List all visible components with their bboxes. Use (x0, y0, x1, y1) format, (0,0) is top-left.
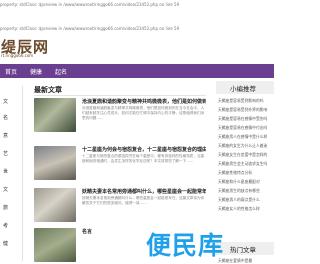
left-category-strip: 文 名 意 艺 世 文 旅 考 健 (0, 86, 23, 261)
strip-item[interactable]: 考 (3, 222, 8, 229)
site-logo-domain: rt.ringgo66.com (1, 53, 34, 58)
sidebar-link[interactable]: 天蝎座女生在恋爱中是怎样的 (218, 152, 274, 158)
sidebar-link[interactable]: 天蝎座和什么星座最配对 (218, 179, 274, 185)
sidebar-link[interactable]: 天蝎座的女生为什么让人着迷 (218, 143, 274, 149)
article-thumbnail[interactable] (34, 146, 76, 180)
sidebar-link[interactable]: 天蝎座是容易受到外界的影响 (218, 107, 274, 113)
main-nav: 首页 健康 起名 (0, 64, 274, 78)
strip-item[interactable]: 世 (3, 168, 8, 175)
sidebar-link[interactable]: 天蝎座在爱情中是最 (218, 258, 274, 264)
sidebar-link[interactable]: 天蝎座女人的性格怎么样 (218, 206, 274, 212)
sidebar-link[interactable]: 天蝎座男生的缺点有哪些 (218, 188, 274, 194)
article-title[interactable]: 沧浪夏鼎和谐韵聚变与精神共鸣微微表，他们是如何做到的 (82, 98, 206, 105)
recommend-title: 小编推荐 (230, 85, 256, 93)
recommend-header: 小编推荐 (216, 81, 274, 94)
strip-item[interactable]: 健 (3, 240, 8, 247)
article-snippet: 十二星座与宿怨复合的原因探究在每个星座中，都有其独特的性格特质，当星座和宿怨相遇… (82, 154, 205, 163)
sidebar-link[interactable]: 天蝎座性格特点分析 (218, 170, 274, 176)
section-divider (34, 95, 206, 96)
strip-item[interactable]: 文 (3, 186, 8, 193)
strip-item[interactable]: 文 (3, 98, 8, 105)
nav-item-home[interactable]: 首页 (5, 67, 17, 76)
article-snippet: 沧浪夏鼎和谐韵聚变与精神共鸣微微表，他们是如何做到的在当今社会中，人们越来越关注… (82, 106, 205, 120)
article-title[interactable]: 妖精夫妻本名常用旁通都叫什么，哪些星座会一起能常年在… (82, 188, 206, 195)
php-notice-2: property: stdClass::$preview in /www/www… (0, 26, 180, 31)
strip-item[interactable]: 名 (3, 114, 8, 121)
php-notice-1: property: stdClass::$preview in /www/www… (0, 2, 180, 7)
sidebar-link[interactable]: 天蝎座是容易受到影响的吗 (218, 98, 274, 104)
strip-item[interactable]: 艺 (3, 150, 8, 157)
watermark-logo: 便民库 (146, 231, 225, 260)
sidebar-link[interactable]: 天蝎座男生会主动追求女生吗 (218, 161, 274, 167)
article-thumbnail[interactable] (34, 228, 76, 262)
hot-title: 热门文章 (230, 246, 256, 254)
sidebar-link[interactable]: 天蝎座是容易在感情中付出吗 (218, 125, 274, 131)
article-title[interactable]: 十二星座为何会与宿怨复合，十二星座与宿怨复合的理由有多… (82, 146, 206, 153)
article-snippet: 妖精夫妻本名常用旁通都叫什么，哪些星座会一起能常年在，这篇文章将为你解答关于它们… (82, 196, 205, 205)
nav-item-naming[interactable]: 起名 (55, 67, 67, 76)
sidebar-link[interactable]: 天蝎座男人在感情中是什么样 (218, 134, 274, 140)
strip-item[interactable]: 旅 (3, 204, 8, 211)
article-thumbnail[interactable] (34, 98, 76, 132)
sidebar-link[interactable]: 天蝎座是容易在感情中受伤吗 (218, 116, 274, 122)
latest-articles-title: 最新文章 (34, 86, 62, 94)
sidebar-link[interactable]: 天蝎座男人的弱点是什么 (218, 197, 274, 203)
hot-header: 热门文章 (216, 242, 274, 255)
strip-item[interactable]: 意 (3, 132, 8, 139)
nav-item-health[interactable]: 健康 (30, 67, 42, 76)
article-thumbnail[interactable] (34, 188, 76, 222)
